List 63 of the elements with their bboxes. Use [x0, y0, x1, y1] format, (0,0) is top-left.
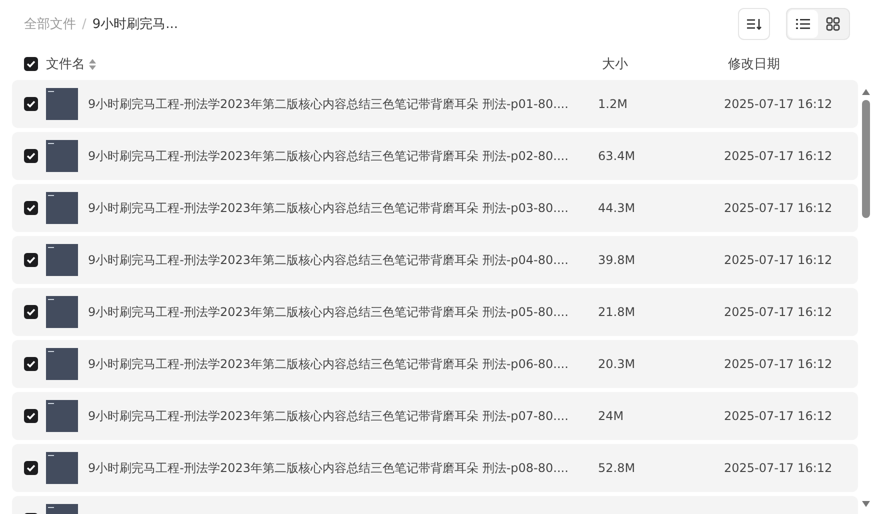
- modified-date: 2025-07-17 16:12: [724, 305, 832, 319]
- file-name[interactable]: 9小时刷完马工程-刑法学2023年第二版核心内容总结三色笔记带背磨耳朵 刑法-p01-80....: [88, 96, 598, 112]
- file-row[interactable]: 9小时刷完马工程-刑法学2023年第二版核心内容总结三色笔记带背磨耳朵 刑法-p04-80.... 39.8M 2025-07-17 16:12: [12, 236, 858, 284]
- breadcrumb-current: 9小时刷完马...: [92, 16, 178, 33]
- sort-button[interactable]: [738, 8, 770, 40]
- file-row[interactable]: 9小时刷完马工程-刑法学2023年第二版核心内容总结三色笔记带背磨耳朵 刑法-p01-80.... 1.2M 2025-07-17 16:12: [12, 80, 858, 128]
- file-name[interactable]: 9小时刷完马工程-刑法学2023年第二版核心内容总结三色笔记带背磨耳朵 刑法-p05-80....: [88, 304, 598, 320]
- file-row[interactable]: 9小时刷完马工程-刑法学2023年第二版核心内容总结三色笔记带背磨耳朵 刑法-p08-80.... 52.8M 2025-07-17 16:12: [12, 444, 858, 492]
- sort-icon[interactable]: [89, 58, 96, 70]
- file-thumbnail: [46, 452, 78, 484]
- file-row[interactable]: 9小时刷完马工程-刑法学2023年第二版核心内容总结三色笔记带背磨耳朵 刑法-p02-80.... 63.4M 2025-07-17 16:12: [12, 132, 858, 180]
- modified-date: 2025-07-17 16:12: [724, 409, 832, 423]
- file-size: 21.8M: [598, 305, 636, 319]
- column-header[interactable]: 大小: [602, 55, 728, 73]
- select-all-checkbox[interactable]: [24, 57, 38, 71]
- file-name[interactable]: 9小时刷完马工程-刑法学2023年第二版核心内容总结三色笔记带背磨耳朵 刑法-p04-80....: [88, 252, 598, 268]
- row-checkbox[interactable]: [24, 149, 38, 163]
- file-size: 24M: [598, 409, 625, 423]
- column-header[interactable]: 文件名: [46, 55, 85, 73]
- file-size: 52.8M: [598, 461, 636, 475]
- row-checkbox[interactable]: [24, 357, 38, 371]
- column-header[interactable]: 修改日期: [728, 55, 780, 73]
- modified-date: 2025-07-17 16:12: [724, 357, 832, 371]
- row-checkbox[interactable]: [24, 253, 38, 267]
- file-name[interactable]: 9小时刷完马工程-刑法学2023年第二版核心内容总结三色笔记带背磨耳朵 刑法-p06-80....: [88, 356, 598, 372]
- file-thumbnail: [46, 400, 78, 432]
- file-name[interactable]: 9小时刷完马工程-刑法学2023年第二版核心内容总结三色笔记带背磨耳朵 刑法-p02-80....: [88, 148, 598, 164]
- file-row[interactable]: 9小时刷完马工程-刑法学2023年第二版核心内容总结三色笔记带背磨耳朵 刑法-p03-80.... 44.3M 2025-07-17 16:12: [12, 184, 858, 232]
- file-thumbnail: [46, 192, 78, 224]
- modified-date: 2025-07-17 16:12: [724, 461, 832, 475]
- file-thumbnail: [46, 348, 78, 380]
- file-size: 20.3M: [598, 357, 636, 371]
- breadcrumb-separator: /: [82, 16, 86, 32]
- modified-date: 2025-07-17 16:12: [724, 201, 832, 215]
- scrollbar-thumb[interactable]: [862, 100, 870, 218]
- file-size: 63.4M: [598, 149, 636, 163]
- row-checkbox[interactable]: [24, 461, 38, 475]
- sort-icon: [746, 17, 762, 31]
- file-size: 44.3M: [598, 201, 636, 215]
- modified-date: 2025-07-17 16:12: [724, 149, 832, 163]
- file-thumbnail: [46, 296, 78, 328]
- file-size: 1.2M: [598, 97, 628, 111]
- file-thumbnail: [46, 88, 78, 120]
- file-row[interactable]: 9小时刷完马工程-刑法学2023年第二版核心内容总结三色笔记带背磨耳朵 刑法-p07-80.... 24M 2025-07-17 16:12: [12, 392, 858, 440]
- file-name[interactable]: 9小时刷完马工程-刑法学2023年第二版核心内容总结三色笔记带背磨耳朵 刑法-p03-80....: [88, 200, 598, 216]
- row-checkbox[interactable]: [24, 409, 38, 423]
- file-name[interactable]: 9小时刷完马工程-刑法学2023年第二版核心内容总结三色笔记带背磨耳朵 刑法-p07-80....: [88, 408, 598, 424]
- row-checkbox[interactable]: [24, 305, 38, 319]
- row-checkbox[interactable]: [24, 97, 38, 111]
- file-thumbnail: [46, 140, 78, 172]
- file-row[interactable]: 9小时刷完马工程-刑法学2023年第二版核心内容总结三色笔记带背磨耳朵 刑法-p06-80.... 20.3M 2025-07-17 16:12: [12, 340, 858, 388]
- scroll-up-icon[interactable]: [861, 88, 871, 96]
- list-icon: [796, 18, 810, 30]
- file-row[interactable]: 9小时刷完马工程-刑法学2023年第二版核心内容总结三色笔记带背磨耳朵 刑法-p05-80.... 21.8M 2025-07-17 16:12: [12, 288, 858, 336]
- modified-date: 2025-07-17 16:12: [724, 253, 832, 267]
- row-checkbox[interactable]: [24, 201, 38, 215]
- list-view-button[interactable]: [788, 10, 818, 38]
- file-size: 39.8M: [598, 253, 636, 267]
- file-name[interactable]: 9小时刷完马工程-刑法学2023年第二版核心内容总结三色笔记带背磨耳朵 刑法-p08-80....: [88, 460, 598, 476]
- scroll-down-icon[interactable]: [861, 500, 871, 508]
- file-thumbnail: [46, 244, 78, 276]
- grid-icon: [826, 17, 840, 31]
- modified-date: 2025-07-17 16:12: [724, 97, 832, 111]
